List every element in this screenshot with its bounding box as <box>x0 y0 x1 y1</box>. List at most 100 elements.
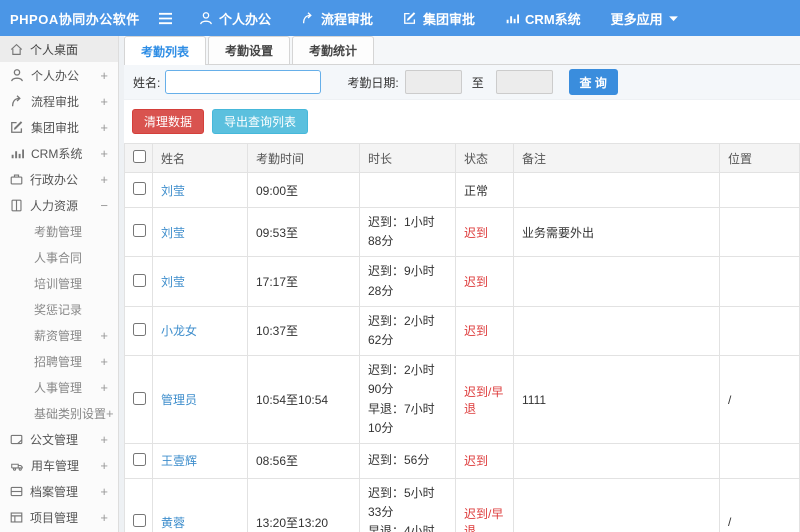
employee-name-link[interactable]: 王壹辉 <box>161 454 197 468</box>
status-cell: 迟到 <box>455 206 514 258</box>
location-cell <box>719 172 800 208</box>
table-row: 刘莹 09:53至 迟到：1小时88分 迟到 业务需要外出 <box>124 206 800 258</box>
archive-icon <box>10 485 23 498</box>
sidebar-item-6[interactable]: 人力资源 − <box>0 192 118 218</box>
export-list-button[interactable]: 导出查询列表 <box>212 109 309 134</box>
location-cell <box>719 206 800 258</box>
row-checkbox[interactable] <box>133 391 146 405</box>
expand-icon[interactable]: + <box>100 354 108 369</box>
sidebar-item-9[interactable]: 培训管理 <box>0 270 118 296</box>
sidebar-item-3[interactable]: 集团审批 + <box>0 114 118 140</box>
expand-icon[interactable]: + <box>100 510 108 525</box>
hamburger-icon[interactable] <box>158 12 173 25</box>
sidebar-item-2[interactable]: 流程审批 + <box>0 88 118 114</box>
expand-icon[interactable]: + <box>100 380 108 395</box>
attendance-time-cell: 17:17至 <box>247 256 360 307</box>
sidebar-item-label: 基础类别设置 <box>34 406 107 421</box>
sidebar-item-label: 薪资管理 <box>34 328 83 343</box>
date-to-input[interactable] <box>495 70 553 94</box>
expand-icon[interactable]: + <box>100 146 108 161</box>
expand-icon[interactable]: + <box>100 68 108 83</box>
search-bar: 姓名: 考勤日期: 至 查 询 <box>124 65 800 100</box>
row-checkbox[interactable] <box>133 452 146 466</box>
note-cell: 1111 <box>513 355 720 444</box>
top-nav-item-0[interactable]: 个人办公 <box>199 9 271 28</box>
to-label: 至 <box>471 75 484 90</box>
row-checkbox[interactable] <box>133 182 146 195</box>
sidebar-item-0[interactable]: 个人桌面 <box>0 36 118 62</box>
sidebar-item-11[interactable]: 薪资管理 + <box>0 322 118 348</box>
row-checkbox[interactable] <box>133 514 146 528</box>
table-row: 王壹辉 08:56至 迟到：56分 迟到 <box>124 442 800 479</box>
note-cell <box>513 305 720 357</box>
sidebar-item-14[interactable]: 基础类别设置 + <box>0 400 118 426</box>
expand-icon[interactable]: + <box>100 432 108 447</box>
sidebar-item-8[interactable]: 人事合同 <box>0 244 118 270</box>
duration-line: 早退：7小时10分 <box>368 401 435 435</box>
employee-name-link[interactable]: 小龙女 <box>161 324 197 338</box>
column-header-3: 状态 <box>455 143 514 173</box>
attendance-time-cell: 10:54至10:54 <box>247 355 360 444</box>
tab-1[interactable]: 考勤设置 <box>208 36 291 64</box>
sidebar-item-label: 用车管理 <box>31 458 80 473</box>
row-checkbox[interactable] <box>133 224 146 238</box>
sidebar-item-17[interactable]: 档案管理 + <box>0 478 118 504</box>
search-button[interactable]: 查 询 <box>568 69 618 95</box>
row-checkbox[interactable] <box>133 322 146 336</box>
duration-line: 早退：4小时67分 <box>368 524 435 532</box>
table-row: 刘莹 09:00至 正常 <box>124 172 800 208</box>
duration-cell <box>359 172 456 208</box>
sidebar-item-13[interactable]: 人事管理 + <box>0 374 118 400</box>
collapse-icon[interactable]: − <box>100 198 108 213</box>
expand-icon[interactable]: + <box>100 172 108 187</box>
app-logo[interactable]: PHPOA协同办公软件 <box>0 9 158 28</box>
chart-icon <box>505 11 520 25</box>
sidebar-item-18[interactable]: 项目管理 + <box>0 504 118 530</box>
sidebar-item-7[interactable]: 考勤管理 <box>0 218 118 244</box>
expand-icon[interactable]: + <box>106 406 114 421</box>
sidebar-item-4[interactable]: CRM系统 + <box>0 140 118 166</box>
tab-2[interactable]: 考勤统计 <box>292 36 375 64</box>
location-cell: / <box>719 355 800 444</box>
employee-name-link[interactable]: 刘莹 <box>161 226 185 240</box>
top-nav-label: 个人办公 <box>219 11 272 27</box>
clean-data-button[interactable]: 清理数据 <box>132 109 205 134</box>
duration-line: 迟到：1小时88分 <box>368 215 435 249</box>
sidebar-item-16[interactable]: 用车管理 + <box>0 452 118 478</box>
sidebar-item-10[interactable]: 奖惩记录 <box>0 296 118 322</box>
top-nav-label: 更多应用 <box>610 11 663 27</box>
book-icon <box>10 199 23 212</box>
expand-icon[interactable]: + <box>100 120 108 135</box>
sidebar-item-15[interactable]: 公文管理 + <box>0 426 118 452</box>
row-checkbox[interactable] <box>133 273 146 287</box>
status-cell: 迟到/早退 <box>455 355 514 444</box>
expand-icon[interactable]: + <box>100 484 108 499</box>
top-nav-item-4[interactable]: 更多应用 <box>611 9 678 28</box>
caret-down-icon <box>668 15 678 22</box>
sidebar-item-label: CRM系统 <box>31 146 83 161</box>
table-row: 小龙女 10:37至 迟到：2小时62分 迟到 <box>124 305 800 357</box>
expand-icon[interactable]: + <box>100 458 108 473</box>
duration-line: 迟到：9小时28分 <box>368 264 435 298</box>
tab-0[interactable]: 考勤列表 <box>124 36 207 65</box>
expand-icon[interactable]: + <box>100 94 108 109</box>
sidebar-item-5[interactable]: 行政办公 + <box>0 166 118 192</box>
sidebar-item-1[interactable]: 个人办公 + <box>0 62 118 88</box>
expand-icon[interactable]: + <box>100 328 108 343</box>
top-nav-item-2[interactable]: 集团审批 <box>403 9 475 28</box>
sidebar-item-label: 招聘管理 <box>34 354 83 369</box>
topbar: PHPOA协同办公软件 个人办公 流程审批 集团审批 CRM系统 更多应用 <box>0 0 800 36</box>
date-from-input[interactable] <box>404 70 462 94</box>
employee-name-link[interactable]: 黄蓉 <box>161 516 185 530</box>
employee-name-link[interactable]: 刘莹 <box>161 275 185 289</box>
top-nav-item-3[interactable]: CRM系统 <box>505 9 581 28</box>
top-nav-item-1[interactable]: 流程审批 <box>301 9 373 28</box>
note-cell <box>513 477 720 532</box>
chart-icon <box>10 146 24 160</box>
sidebar-item-12[interactable]: 招聘管理 + <box>0 348 118 374</box>
employee-name-link[interactable]: 刘莹 <box>161 184 185 198</box>
select-all-checkbox[interactable] <box>133 150 146 163</box>
name-input[interactable] <box>165 70 322 94</box>
employee-name-link[interactable]: 管理员 <box>161 393 197 407</box>
edit-icon <box>403 11 417 25</box>
